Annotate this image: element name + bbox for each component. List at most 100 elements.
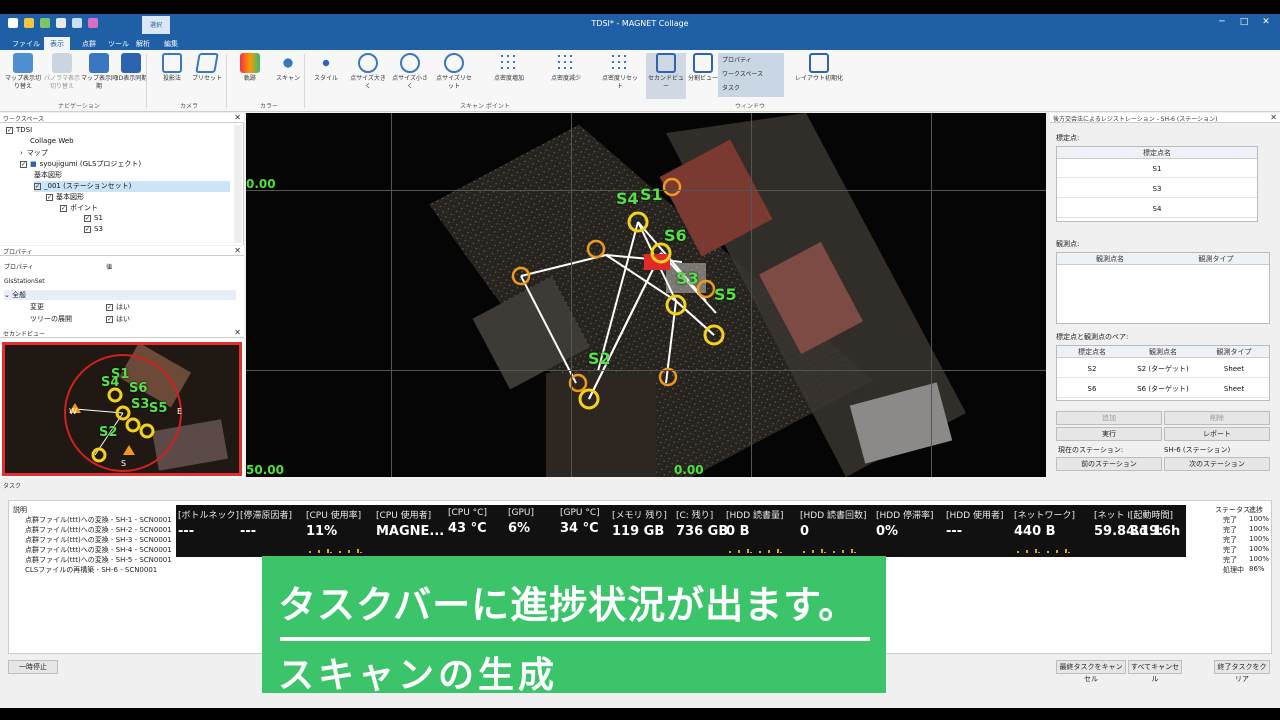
checkbox-icon[interactable]: ✓ (84, 225, 91, 233)
obs-col-type[interactable]: 観測タイプ (1163, 253, 1269, 265)
perf-metric-value: 34 °C (560, 521, 599, 536)
report-button[interactable]: レポート (1164, 427, 1270, 441)
perf-metric-label: [HDD 使用者] (946, 511, 1004, 521)
close-icon[interactable]: ✕ (1270, 113, 1277, 122)
second-view-canvas[interactable]: S1 S4 S6 S3 S5 S2 W E S (2, 342, 242, 476)
checkbox-icon[interactable]: ✓ (46, 193, 53, 201)
prev-station-button[interactable]: 前のステーション (1056, 457, 1162, 471)
3d-sync-icon (121, 53, 141, 73)
tree-item-primitives-2[interactable]: ✓ 基本図形 (46, 192, 84, 203)
density-decrease-button[interactable]: 点密度減少 (546, 53, 586, 83)
tab-analysis[interactable]: 解析 (130, 37, 156, 50)
control-point-row[interactable]: S4 (1057, 200, 1257, 218)
tab-view[interactable]: 表示 (44, 37, 70, 50)
checkbox-icon[interactable]: ✓ (60, 204, 67, 212)
cancel-all-button[interactable]: すべてキャンセル (1128, 660, 1182, 683)
panorama-toggle-button[interactable]: パノラマ表示切り替え (42, 53, 82, 91)
perf-metric: [HDD 停滞率] 0% (876, 505, 934, 557)
split-view-button[interactable]: 分割ビュー (683, 53, 723, 83)
compass-s: S (121, 459, 127, 468)
close-icon[interactable]: ✕ (234, 328, 241, 337)
add-button[interactable]: 追加 (1056, 411, 1162, 425)
checkbox-icon[interactable]: ✓ (6, 126, 13, 134)
perf-metric-label: [メモリ 残り] (612, 511, 667, 521)
window-item-workspace[interactable]: ワークスペース (722, 69, 763, 78)
control-point-row[interactable]: S1 (1057, 160, 1257, 178)
title-bar: 選択 TDSI* - MAGNET Collage ─ □ ✕ (0, 14, 1280, 34)
tree-item-project[interactable]: ✓ ■ syoujigumi (GLSプロジェクト) (20, 159, 141, 170)
pairs-col-obs[interactable]: 観測点名 (1127, 346, 1199, 358)
density-increase-button[interactable]: 点密度増加 (489, 53, 529, 83)
window-item-tasks[interactable]: タスク (722, 83, 740, 92)
pairs-col-control[interactable]: 標定点名 (1057, 346, 1127, 358)
minimize-button[interactable]: ─ (1212, 17, 1232, 29)
checkbox-icon[interactable]: ✓ (20, 160, 27, 168)
close-icon[interactable]: ✕ (234, 113, 241, 122)
pairs-col-type[interactable]: 観測タイプ (1199, 346, 1269, 358)
trajectory-button[interactable]: 軌跡 (230, 53, 270, 83)
tree-item-collage-web[interactable]: Collage Web (30, 137, 74, 148)
point-size-smaller-button[interactable]: 点サイズ小さく (390, 53, 430, 91)
maximize-button[interactable]: □ (1234, 17, 1254, 29)
control-points-col[interactable]: 標定点名 (1057, 147, 1257, 159)
point-label-s1: S1 (640, 185, 663, 204)
map-toggle-button[interactable]: マップ表示切り替え (3, 53, 43, 91)
point-label-s5: S5 (714, 285, 737, 304)
collapse-icon[interactable]: ⌄ (4, 291, 12, 299)
observations-table: 観測点名 観測タイプ (1056, 252, 1270, 324)
preset-button[interactable]: プリセット (187, 53, 227, 83)
tab-edit[interactable]: 編集 (158, 37, 184, 50)
tab-file[interactable]: ファイル (6, 37, 46, 50)
tab-pointcloud[interactable]: 点群 (76, 37, 102, 50)
projection-button[interactable]: 投影法 (152, 53, 192, 83)
compass-w: W (69, 407, 77, 416)
checkbox-icon[interactable]: ✓ (34, 182, 41, 190)
tree-item-tdsi[interactable]: ✓ TDSI (6, 126, 32, 137)
pair-type[interactable]: Sheet (1199, 380, 1269, 398)
cancel-last-task-button[interactable]: 最終タスクをキャンセル (1056, 660, 1126, 683)
tree-item-map[interactable]: › マップ (20, 148, 48, 159)
close-icon[interactable]: ✕ (234, 246, 241, 255)
perf-metric-label: [ネットワーク] (1014, 511, 1076, 521)
pause-button[interactable]: 一時停止 (8, 660, 58, 674)
obs-col-name[interactable]: 観測点名 (1057, 253, 1163, 265)
grid-line (246, 370, 1046, 371)
task-description: CLSファイルの再構築 - SH-6 - SCN0001 (25, 566, 158, 574)
control-point-row[interactable]: S3 (1057, 180, 1257, 198)
clear-finished-button[interactable]: 終了タスクをクリア (1214, 660, 1270, 683)
scan-button[interactable]: スキャン (268, 53, 308, 83)
property-value[interactable]: ✓ はい (106, 314, 130, 324)
checkbox-icon[interactable]: ✓ (106, 315, 113, 323)
checkbox-icon[interactable]: ✓ (106, 303, 113, 311)
chevron-right-icon[interactable]: › (20, 149, 23, 157)
window-item-properties[interactable]: プロパティ (722, 55, 752, 64)
delete-button[interactable]: 削除 (1164, 411, 1270, 425)
tree-item-primitives[interactable]: 基本図形 (34, 170, 62, 181)
property-value[interactable]: ✓ はい (106, 302, 130, 312)
density-reset-button[interactable]: 点密度リセット (600, 53, 640, 91)
run-button[interactable]: 実行 (1056, 427, 1162, 441)
point-size-reset-button[interactable]: 点サイズリセット (434, 53, 474, 91)
workspace-scrollbar[interactable] (234, 125, 242, 243)
density-plus-icon (499, 53, 519, 73)
point-size-larger-button[interactable]: 点サイズ大きく (348, 53, 388, 91)
pair-obs[interactable]: S6 (ターゲット) (1127, 380, 1199, 398)
split-view-icon (693, 53, 713, 73)
style-button[interactable]: スタイル (306, 53, 346, 83)
checkbox-icon[interactable]: ✓ (84, 214, 91, 222)
tree-item-points[interactable]: ✓ ポイント (60, 203, 98, 214)
pair-obs[interactable]: S2 (ターゲット) (1127, 360, 1199, 378)
3d-sync-button[interactable]: 3D表示同期 (111, 53, 151, 83)
point-cloud-viewport[interactable]: 0.00 50.00 0.00 S4 S1 S6 S3 S5 S2 (246, 113, 1046, 477)
next-station-button[interactable]: 次のステーション (1164, 457, 1270, 471)
close-button[interactable]: ✕ (1256, 17, 1276, 29)
tree-item-s3[interactable]: ✓ S3 (84, 225, 103, 236)
reset-layout-button[interactable]: レイアウト初期化 (794, 53, 844, 83)
pair-control[interactable]: S6 (1057, 380, 1127, 398)
pair-type[interactable]: Sheet (1199, 360, 1269, 378)
tree-item-station-set[interactable]: ✓ _001 (ステーションセット) (34, 181, 230, 192)
second-view-button[interactable]: セカンドビュー (646, 53, 686, 99)
properties-section[interactable]: ⌄ 全般 (4, 290, 236, 300)
pair-control[interactable]: S2 (1057, 360, 1127, 378)
tree-item-s1[interactable]: ✓ S1 (84, 214, 103, 225)
